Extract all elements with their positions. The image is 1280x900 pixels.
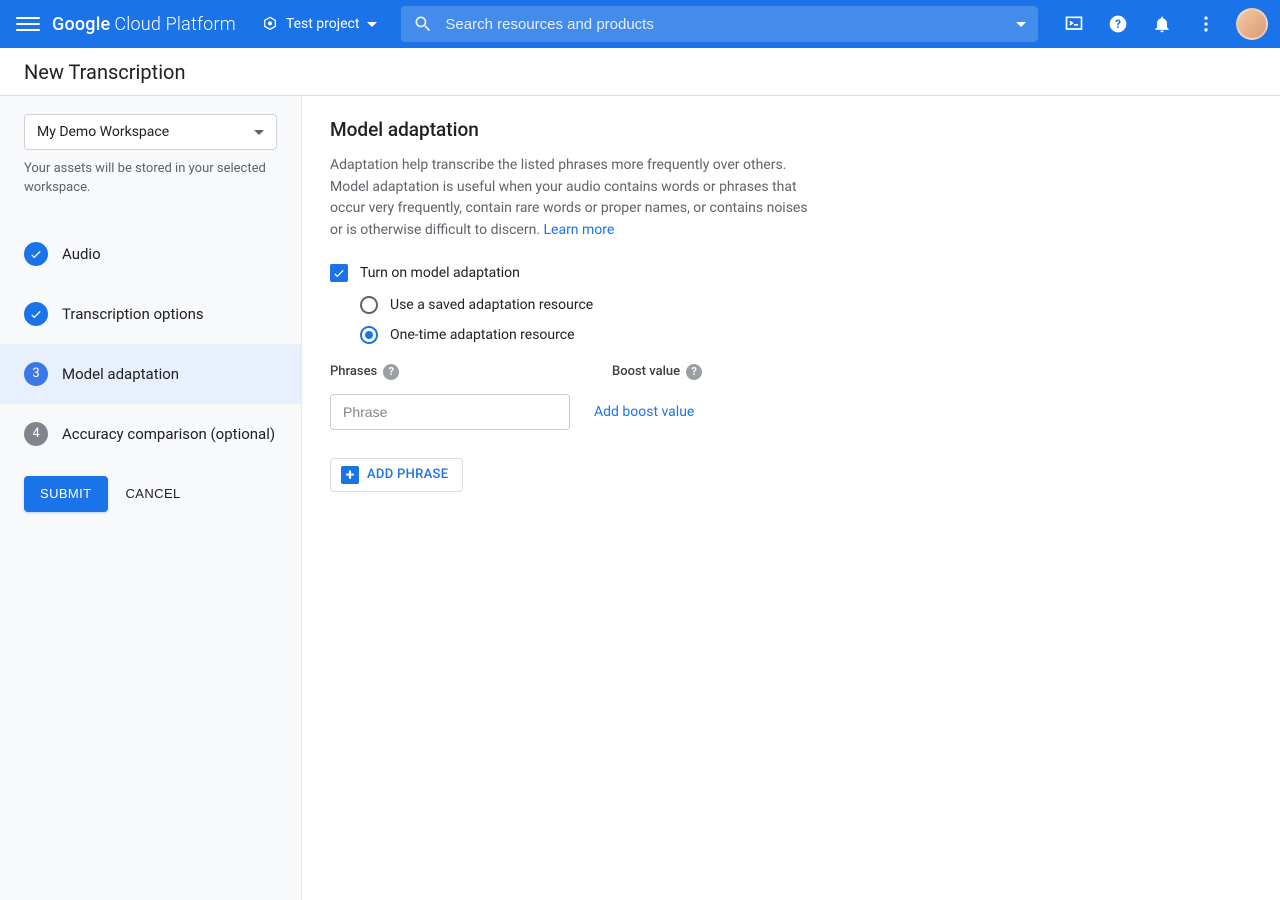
radio-icon <box>360 326 378 344</box>
project-picker[interactable]: Test project <box>254 10 386 38</box>
project-icon <box>262 16 278 32</box>
step-accuracy-comparison[interactable]: 4 Accuracy comparison (optional) <box>0 404 301 464</box>
radio-onetime-resource[interactable]: One-time adaptation resource <box>360 326 1252 344</box>
help-icon[interactable]: ? <box>383 364 399 380</box>
boost-column-header: Boost value ? <box>612 364 702 380</box>
add-boost-value-link[interactable]: Add boost value <box>594 404 694 420</box>
search-wrap <box>401 6 1038 42</box>
step-label: Audio <box>62 245 101 263</box>
check-circle-icon <box>24 242 48 266</box>
check-circle-icon <box>24 302 48 326</box>
phrase-input[interactable] <box>330 394 570 430</box>
step-label: Transcription options <box>62 305 204 323</box>
step-number-icon: 4 <box>24 422 48 446</box>
title-bar: New Transcription <box>0 48 1280 96</box>
help-icon[interactable]: ? <box>686 364 702 380</box>
section-heading: Model adaptation <box>330 118 1252 141</box>
workspace-help-text: Your assets will be stored in your selec… <box>24 160 277 198</box>
turn-on-adaptation-row: Turn on model adaptation <box>330 264 1252 282</box>
add-phrase-label: ADD PHRASE <box>367 467 448 482</box>
chevron-down-icon <box>254 130 264 135</box>
radio-label: One-time adaptation resource <box>390 327 575 343</box>
steps-list: Audio Transcription options 3 Model adap… <box>0 224 301 464</box>
phrases-column-header: Phrases ? <box>330 364 588 380</box>
search-input[interactable] <box>445 16 1016 33</box>
chevron-down-icon[interactable] <box>1016 22 1026 27</box>
submit-button[interactable]: SUBMIT <box>24 476 108 512</box>
turn-on-adaptation-label: Turn on model adaptation <box>360 265 520 281</box>
search-box[interactable] <box>401 6 1038 42</box>
brand-rest: Cloud Platform <box>114 14 236 35</box>
learn-more-link[interactable]: Learn more <box>543 222 614 238</box>
phrases-header-text: Phrases <box>330 364 377 379</box>
cancel-button[interactable]: CANCEL <box>126 486 181 501</box>
help-icon[interactable]: ? <box>1098 4 1138 44</box>
radio-icon <box>360 296 378 314</box>
notifications-icon[interactable] <box>1142 4 1182 44</box>
add-phrase-button[interactable]: + ADD PHRASE <box>330 458 463 492</box>
svg-text:?: ? <box>1115 17 1121 31</box>
radio-label: Use a saved adaptation resource <box>390 297 593 313</box>
more-icon[interactable] <box>1186 4 1226 44</box>
step-number-icon: 3 <box>24 362 48 386</box>
main-content: Model adaptation Adaptation help transcr… <box>302 96 1280 900</box>
brand-google: Google <box>52 14 110 35</box>
step-label: Model adaptation <box>62 365 179 383</box>
menu-icon[interactable] <box>16 12 40 36</box>
sidebar: My Demo Workspace Your assets will be st… <box>0 96 302 900</box>
cloud-shell-icon[interactable] <box>1054 4 1094 44</box>
step-transcription-options[interactable]: Transcription options <box>0 284 301 344</box>
adaptation-source-radio-group: Use a saved adaptation resource One-time… <box>360 296 1252 344</box>
phrase-row: Add boost value <box>330 394 1252 430</box>
chevron-down-icon <box>367 22 377 27</box>
project-name: Test project <box>286 16 360 32</box>
radio-saved-resource[interactable]: Use a saved adaptation resource <box>360 296 1252 314</box>
workspace-select[interactable]: My Demo Workspace <box>24 114 277 150</box>
top-header: Google Cloud Platform Test project ? <box>0 0 1280 48</box>
section-description: Adaptation help transcribe the listed ph… <box>330 155 820 242</box>
turn-on-adaptation-checkbox[interactable] <box>330 264 348 282</box>
avatar[interactable] <box>1236 8 1268 40</box>
plus-icon: + <box>341 466 359 484</box>
workspace-selected: My Demo Workspace <box>37 124 169 140</box>
step-audio[interactable]: Audio <box>0 224 301 284</box>
boost-header-text: Boost value <box>612 364 680 379</box>
page-title: New Transcription <box>24 60 186 84</box>
header-icons: ? <box>1054 4 1268 44</box>
search-icon <box>413 14 433 34</box>
brand-logo[interactable]: Google Cloud Platform <box>52 14 236 35</box>
step-label: Accuracy comparison (optional) <box>62 425 275 443</box>
step-model-adaptation[interactable]: 3 Model adaptation <box>0 344 301 404</box>
